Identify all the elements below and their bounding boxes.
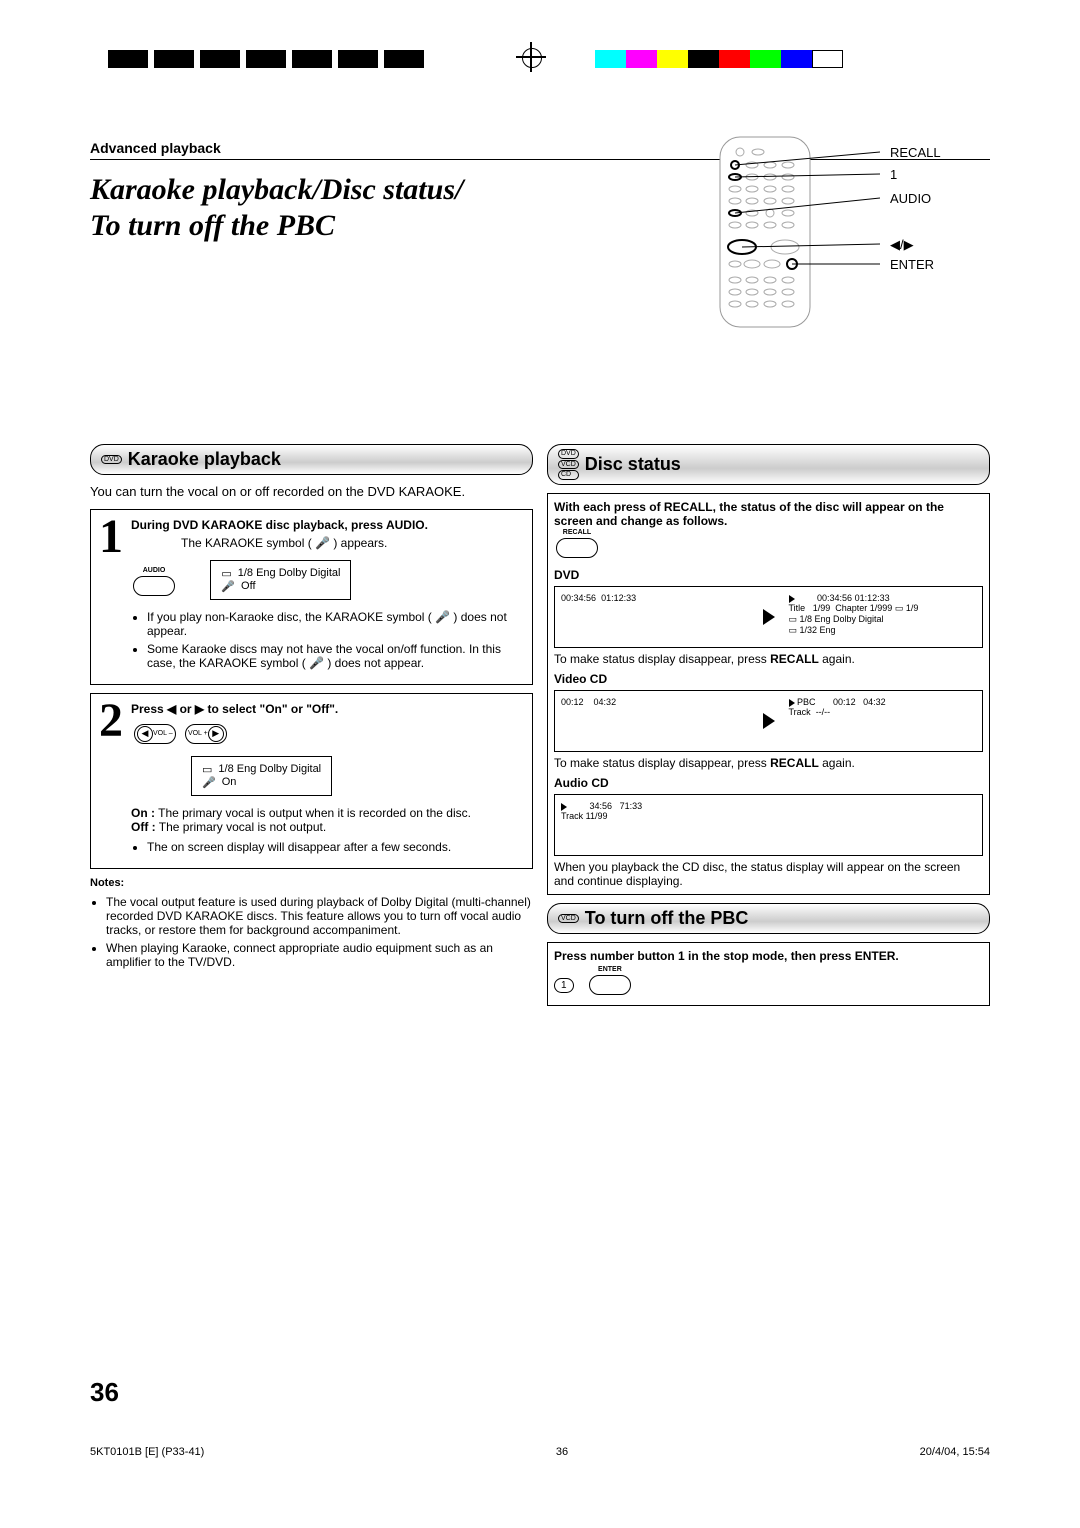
remote-label-one: 1: [890, 168, 897, 181]
color-registration-bar: [595, 50, 843, 68]
vcd-status-display: 00:12 04:32 PBC 00:12 04:32 Track --/--: [554, 690, 983, 752]
notes-section: Notes: The vocal output feature is used …: [90, 877, 533, 969]
arrow-right-icon: [763, 713, 775, 729]
vol-minus-icon: ◀VOL –: [134, 724, 176, 744]
vol-plus-icon: VOL +▶: [185, 724, 227, 744]
play-icon: [561, 803, 567, 811]
manual-page: Advanced playback Karaoke playback/Disc …: [0, 0, 1080, 1528]
recall-button-icon: RECALL: [556, 538, 598, 558]
registration-mark-icon: [516, 42, 546, 72]
dvd-tag: DVD: [101, 455, 122, 465]
karaoke-intro: You can turn the vocal on or off recorde…: [90, 483, 533, 501]
osd-display-1: ▭ 1/8 Eng Dolby Digital 🎤 Off: [210, 560, 351, 600]
step-2: 2 Press ◀ or ▶ to select "On" or "Off". …: [90, 693, 533, 869]
karaoke-heading: DVD Karaoke playback: [90, 444, 533, 475]
disc-status-heading: DVD VCD CD Disc status: [547, 444, 990, 485]
button-1-icon: 1: [554, 978, 574, 993]
remote-label-recall: RECALL: [890, 146, 941, 159]
remote-label-arrows: ◀/▶: [890, 238, 914, 251]
enter-button-icon: ENTER: [589, 975, 631, 995]
dvd-status-display: 00:34:56 01:12:33 00:34:56 01:12:33 Titl…: [554, 586, 983, 648]
step-number-1: 1: [99, 518, 123, 676]
right-column: DVD VCD CD Disc status With each press o…: [547, 444, 990, 1014]
step-1: 1 During DVD KARAOKE disc playback, pres…: [90, 509, 533, 685]
footer: 5KT0101B [E] (P33-41) 36 20/4/04, 15:54: [90, 1446, 990, 1458]
remote-label-audio: AUDIO: [890, 192, 931, 205]
disc-status-box: With each press of RECALL, the status of…: [547, 493, 990, 895]
play-icon: [789, 595, 795, 603]
pbc-box: Press number button 1 in the stop mode, …: [547, 942, 990, 1006]
step-number-2: 2: [99, 702, 123, 860]
page-number: 36: [90, 1377, 119, 1408]
cd-status-display: 34:56 71:33 Track 11/99: [554, 794, 983, 856]
black-registration-bar: [108, 50, 424, 68]
audio-button-icon: AUDIO: [133, 576, 175, 596]
osd-display-2: ▭ 1/8 Eng Dolby Digital 🎤 On: [191, 756, 332, 796]
arrow-right-icon: [763, 609, 775, 625]
pbc-heading: VCD To turn off the PBC: [547, 903, 990, 934]
play-icon: [789, 699, 795, 707]
remote-diagram: RECALL 1 AUDIO ◀/▶ ENTER: [710, 132, 970, 332]
remote-label-enter: ENTER: [890, 258, 934, 271]
left-column: DVD Karaoke playback You can turn the vo…: [90, 444, 533, 1014]
